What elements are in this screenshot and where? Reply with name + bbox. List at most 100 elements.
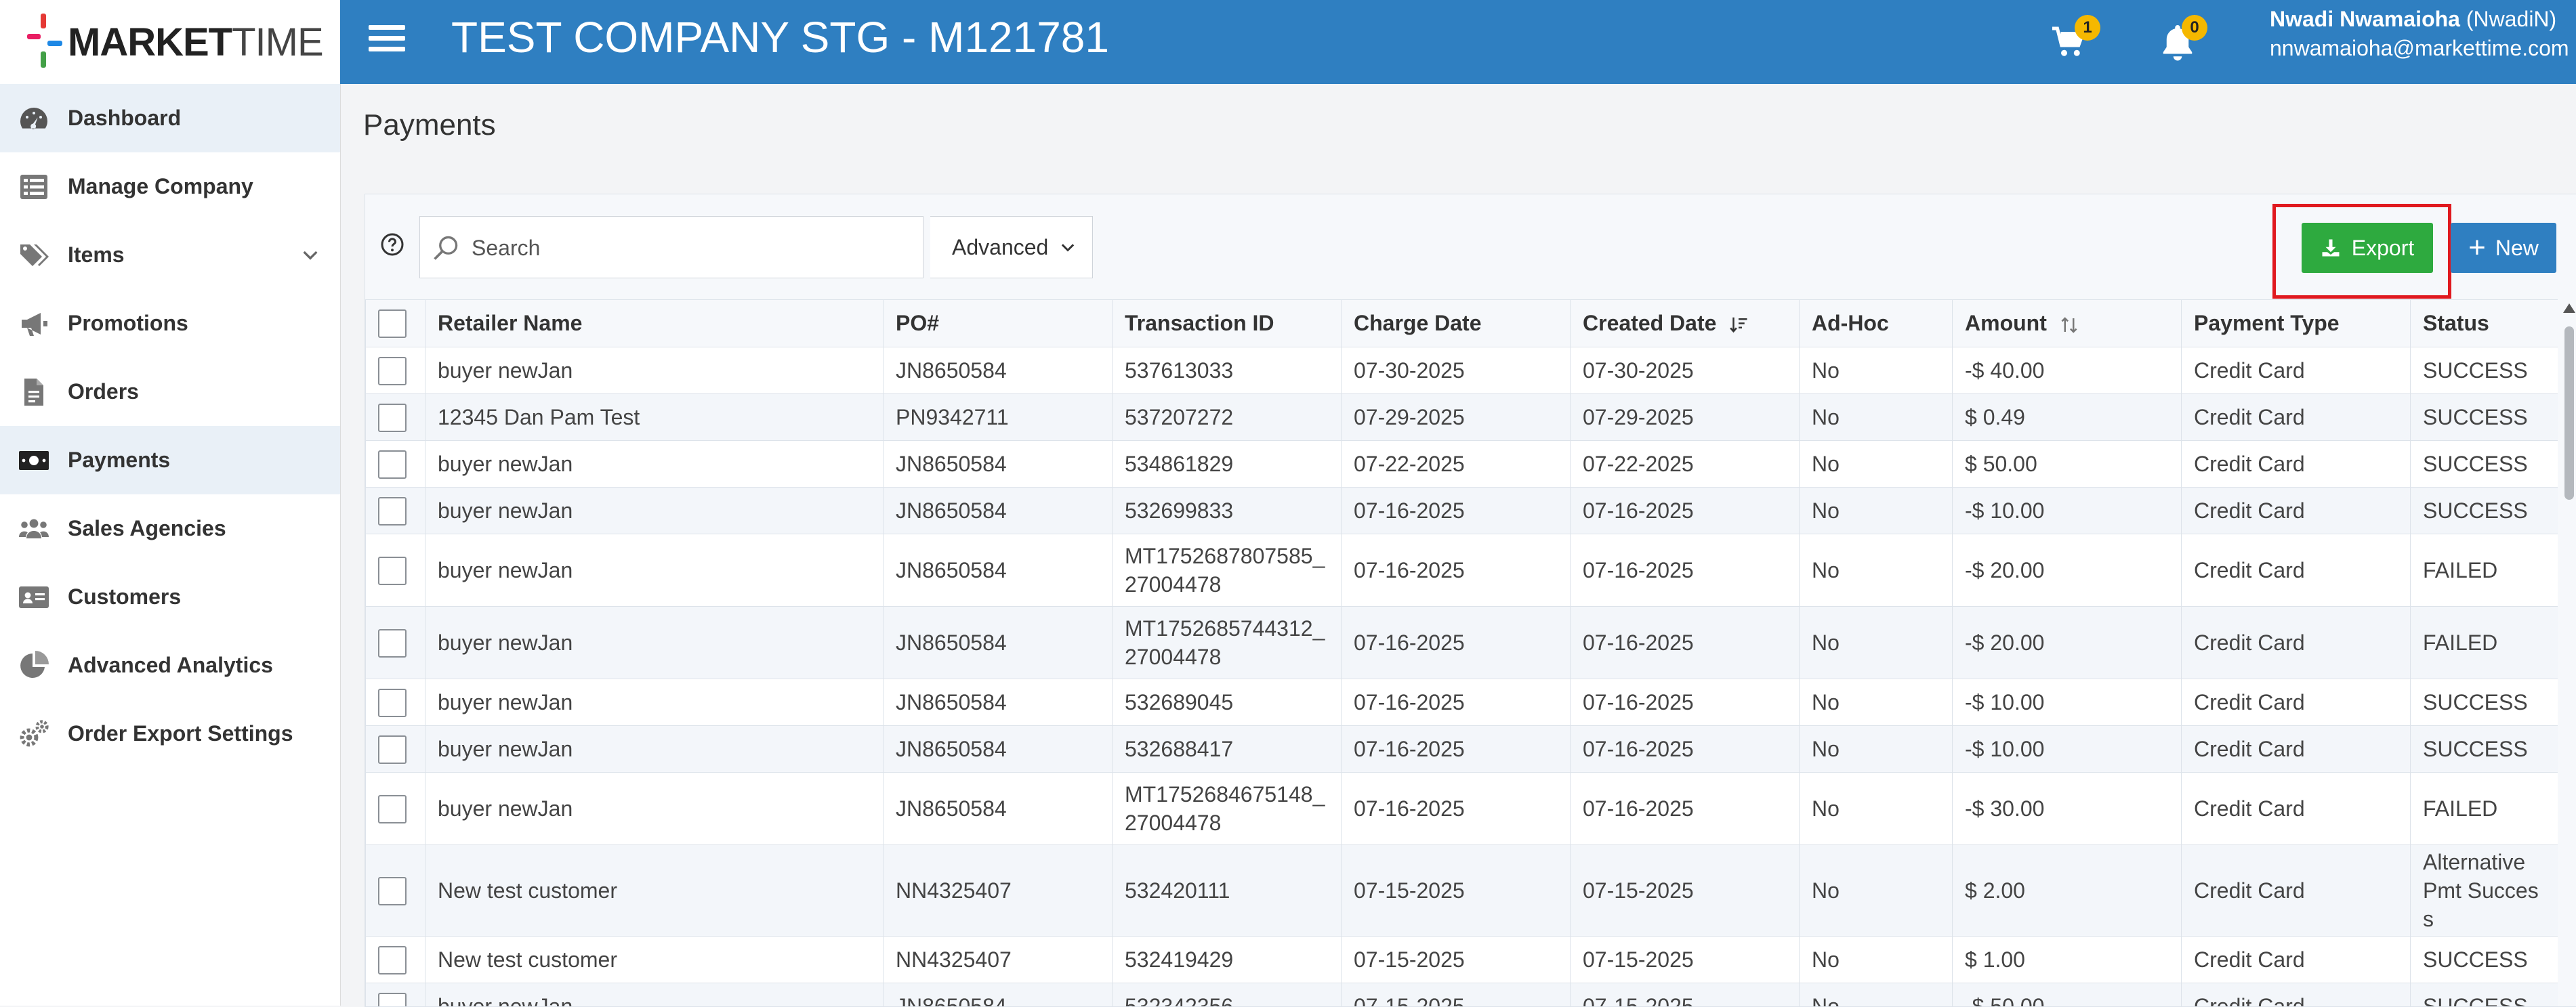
column-header-transaction-id[interactable]: Transaction ID [1112, 299, 1342, 347]
charge-date-cell: 07-16-2025 [1341, 487, 1571, 534]
user-name: Nwadi Nwamaioha (NwadiN) [2270, 7, 2557, 31]
transaction-id-cell: 537207272 [1112, 393, 1342, 441]
payment-type-cell: Credit Card [2181, 534, 2411, 607]
notifications-button[interactable]: 0 [2157, 15, 2211, 69]
new-button[interactable]: + New [2451, 223, 2556, 273]
row-checkbox[interactable] [378, 497, 407, 526]
scroll-up-icon[interactable] [2563, 303, 2575, 313]
hamburger-menu-icon[interactable] [369, 19, 405, 65]
po-number-cell: JN8650584 [883, 725, 1113, 773]
po-number-cell: JN8650584 [883, 679, 1113, 726]
column-header-po-number[interactable]: PO# [883, 299, 1113, 347]
status-cell: SUCCESS [2410, 347, 2558, 394]
column-header-amount[interactable]: Amount [1952, 299, 2182, 347]
payments-panel: Advanced Export + New Retailer Name PO# … [365, 194, 2576, 1007]
po-number-cell: NN4325407 [883, 936, 1113, 983]
sidebar-item-manage-company[interactable]: Manage Company [0, 152, 340, 221]
charge-date-cell: 07-29-2025 [1341, 393, 1571, 441]
created-date-cell: 07-16-2025 [1570, 772, 1800, 845]
payment-type-cell: Credit Card [2181, 725, 2411, 773]
row-checkbox[interactable] [378, 735, 407, 765]
row-checkbox[interactable] [378, 357, 407, 386]
sidebar-item-payments[interactable]: Payments [0, 426, 340, 494]
column-header-ad-hoc[interactable]: Ad-Hoc [1799, 299, 1953, 347]
table-scrollbar[interactable] [2560, 299, 2575, 1006]
row-checkbox[interactable] [378, 629, 407, 658]
row-checkbox[interactable] [378, 404, 407, 433]
sidebar-item-order-export-settings[interactable]: Order Export Settings [0, 700, 340, 768]
advanced-search-dropdown[interactable]: Advanced [930, 216, 1093, 278]
table-row[interactable]: buyer newJan JN8650584 532689045 07-16-2025… [365, 679, 2558, 726]
sidebar-item-items[interactable]: Items [0, 221, 340, 289]
retailer-name-cell: buyer newJan [425, 534, 884, 607]
column-header-charge-date[interactable]: Charge Date [1341, 299, 1571, 347]
column-header-payment-type[interactable]: Payment Type [2181, 299, 2411, 347]
table-row[interactable]: New test customer NN4325407 532420111 07-15… [365, 844, 2558, 937]
table-row[interactable]: 12345 Dan Pam Test PN9342711 537207272 07-2… [365, 393, 2558, 441]
retailer-name-cell: buyer newJan [425, 487, 884, 534]
help-icon[interactable] [380, 232, 404, 257]
pie-chart-icon [16, 648, 51, 683]
export-button[interactable]: Export [2302, 223, 2433, 273]
sidebar-item-customers[interactable]: Customers [0, 563, 340, 631]
amount-cell: -$ 50.00 [1952, 983, 2182, 1006]
money-icon [16, 443, 51, 478]
po-number-cell: JN8650584 [883, 534, 1113, 607]
row-checkbox[interactable] [378, 450, 407, 479]
sidebar-item-promotions[interactable]: Promotions [0, 289, 340, 358]
row-checkbox[interactable] [378, 946, 407, 975]
sidebar-item-advanced-analytics[interactable]: Advanced Analytics [0, 631, 340, 700]
search-input[interactable] [470, 223, 907, 272]
sidebar-item-orders[interactable]: Orders [0, 358, 340, 426]
row-checkbox[interactable] [378, 795, 407, 824]
charge-date-cell: 07-15-2025 [1341, 844, 1571, 937]
table-row[interactable]: buyer newJan JN8650584 537613033 07-30-2025… [365, 347, 2558, 394]
column-header-retailer-name[interactable]: Retailer Name [425, 299, 884, 347]
amount-cell: -$ 20.00 [1952, 606, 2182, 679]
ad-hoc-cell: No [1799, 725, 1953, 773]
row-checkbox[interactable] [378, 557, 407, 586]
markettime-logo[interactable]: MARKETTIME [0, 0, 340, 84]
sidebar-item-label: Dashboard [68, 106, 182, 130]
column-header-status[interactable]: Status [2410, 299, 2558, 347]
created-date-cell: 07-16-2025 [1570, 679, 1800, 726]
scrollbar-thumb[interactable] [2564, 326, 2574, 500]
table-row[interactable]: buyer newJan JN8650584 MT1752685744312_270… [365, 606, 2558, 679]
table-row[interactable]: buyer newJan JN8650584 534861829 07-22-2025… [365, 440, 2558, 488]
sidebar-item-sales-agencies[interactable]: Sales Agencies [0, 494, 340, 563]
megaphone-icon [16, 306, 51, 341]
amount-cell: -$ 40.00 [1952, 347, 2182, 394]
sort-toggle-icon[interactable] [2059, 315, 2079, 335]
user-email: nnwamaioha@markettime.com [2270, 36, 2569, 60]
table-row[interactable]: buyer newJan JN8650584 MT1752684675148_270… [365, 772, 2558, 845]
chevron-down-icon[interactable] [299, 244, 321, 265]
amount-cell: -$ 10.00 [1952, 679, 2182, 726]
sidebar-item-dashboard[interactable]: Dashboard [0, 84, 340, 152]
logo-mark-icon [27, 14, 62, 70]
sort-descending-icon[interactable] [1728, 315, 1749, 335]
user-menu[interactable]: Nwadi Nwamaioha (NwadiN) nnwamaioha@mark… [2270, 7, 2569, 61]
table-row[interactable]: buyer newJan JN8650584 532342356 07-15-2025… [365, 983, 2558, 1006]
charge-date-cell: 07-16-2025 [1341, 534, 1571, 607]
cart-button[interactable]: 1 [2049, 15, 2103, 69]
payments-table-container: Retailer Name PO# Transaction ID Charge … [365, 299, 2558, 1006]
gauge-icon [16, 101, 51, 136]
row-checkbox[interactable] [378, 877, 407, 906]
charge-date-cell: 07-16-2025 [1341, 772, 1571, 845]
table-row[interactable]: buyer newJan JN8650584 532699833 07-16-2025… [365, 487, 2558, 534]
select-all-checkbox[interactable] [378, 309, 407, 338]
sidebar: MARKETTIME Dashboard Manage Company Item… [0, 0, 341, 1006]
row-checkbox[interactable] [378, 993, 407, 1006]
retailer-name-cell: New test customer [425, 936, 884, 983]
table-row[interactable]: buyer newJan JN8650584 MT1752687807585_270… [365, 534, 2558, 607]
created-date-cell: 07-15-2025 [1570, 983, 1800, 1006]
sidebar-item-label: Manage Company [68, 174, 253, 198]
table-row[interactable]: buyer newJan JN8650584 532688417 07-16-2025… [365, 725, 2558, 773]
status-cell: SUCCESS [2410, 679, 2558, 726]
column-header-created-date[interactable]: Created Date [1570, 299, 1800, 347]
payment-type-cell: Credit Card [2181, 772, 2411, 845]
sidebar-item-label: Promotions [68, 311, 188, 335]
row-checkbox[interactable] [378, 689, 407, 718]
transaction-id-cell: MT1752684675148_27004478 [1112, 772, 1342, 845]
table-row[interactable]: New test customer NN4325407 532419429 07-15… [365, 936, 2558, 983]
